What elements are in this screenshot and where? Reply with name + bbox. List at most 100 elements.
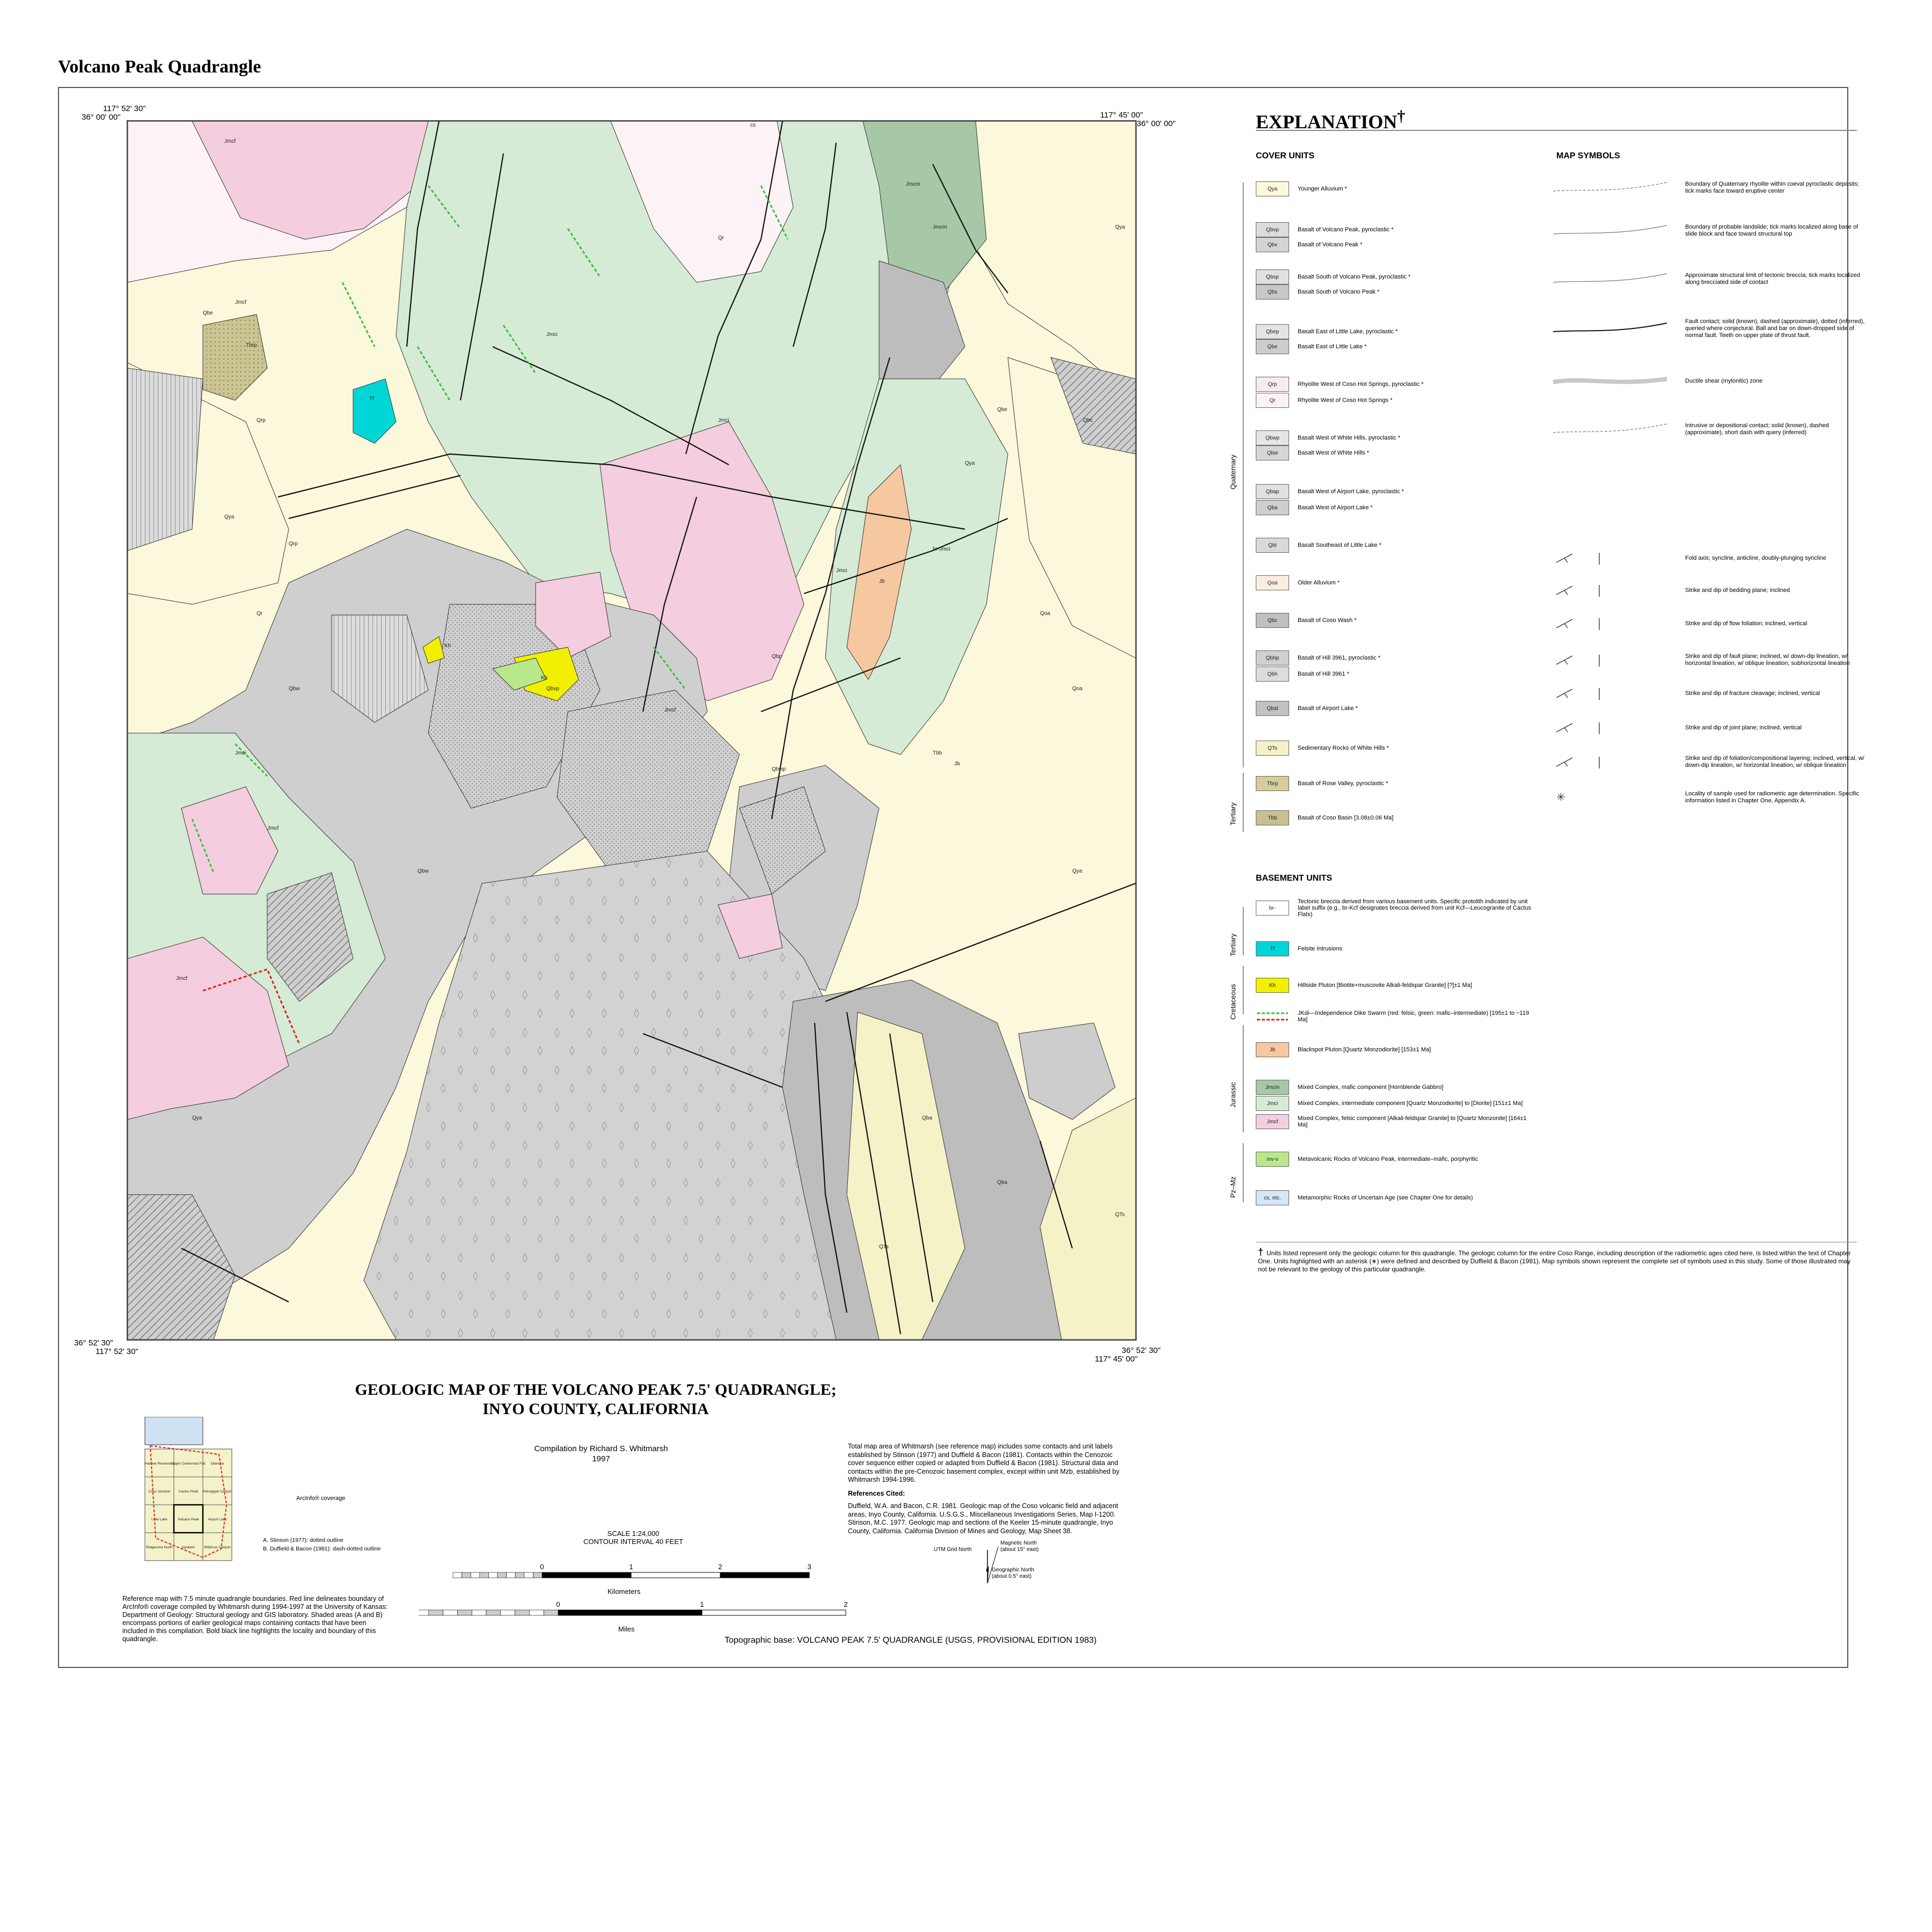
mi-sub-segment xyxy=(543,1609,559,1616)
map-label-18: Qbw xyxy=(418,868,429,874)
km-segment xyxy=(720,1572,810,1578)
foliation-icon xyxy=(1556,757,1600,769)
map-label-3: Jmcf xyxy=(267,825,279,831)
swatch-Qbl: Qbl xyxy=(1256,538,1289,553)
km-sub-segment xyxy=(524,1572,533,1578)
symbol-eruptive-boundary: Boundary of Quaternary rhyolite within c… xyxy=(1551,177,1868,199)
geologic-map-canvas: Jmcf Jmcf Jmcf Jmcf Jmcf Jmci Jmci Jmci Jmci Jmcm… xyxy=(128,121,1136,1340)
mi-sub-segment xyxy=(515,1609,530,1616)
eruptive-boundary-line xyxy=(1553,182,1667,192)
landslide-boundary-icon xyxy=(1553,225,1667,235)
basement-unit-label: Mixed Complex, felsic component [Alkali-… xyxy=(1298,1115,1527,1128)
sheet-title: Volcano Peak Quadrangle xyxy=(58,57,261,77)
cover-unit-Qbw: Qbw Basalt West of White Hills * xyxy=(1256,444,1369,462)
swatch-Jmcf: Jmcf xyxy=(1256,1114,1289,1129)
main-title: GEOLOGIC MAP OF THE VOLCANO PEAK 7.5' QU… xyxy=(301,1380,891,1419)
map-label-2: Jmcf xyxy=(176,976,187,982)
km-segment xyxy=(541,1572,632,1578)
ref-cell-label: Upper Centennial Flat xyxy=(171,1462,205,1466)
symbol-fault-plane: Strike and dip of fault plane; inclined,… xyxy=(1551,649,1868,671)
basement-unit-label: Metamorphic Rocks of Uncertain Age (see … xyxy=(1298,1195,1473,1201)
swatch-Qbv: Qbv xyxy=(1256,237,1289,252)
map-label-1: Jmcf xyxy=(235,299,246,305)
cover-unit-Qbc: Qbc Basalt of Coso Wash * xyxy=(1256,612,1357,629)
map-label-32: QTs xyxy=(879,1244,889,1250)
cover-unit-label: Basalt of Hill 3961 * xyxy=(1298,671,1349,677)
map-label-5: Jmci xyxy=(546,332,558,338)
joint-plane-dip xyxy=(1564,727,1568,733)
fault-plane-icon xyxy=(1556,655,1600,667)
basement-unit-mv-v: mv-v Metavolcanic Rocks of Volcano Peak, … xyxy=(1256,1151,1534,1168)
map-units xyxy=(128,121,1136,1340)
cover-unit-label: Basalt of Coso Basin [3.08±0.06 Ma] xyxy=(1298,815,1394,821)
flow-foliation-dip xyxy=(1564,623,1568,628)
map-label-37: Kh xyxy=(541,675,547,681)
basement-unit-label: JKdi—Independence Dike Swarm (red: felsi… xyxy=(1298,1010,1529,1023)
explanation-footnote: † Units listed represent only the geologi… xyxy=(1258,1247,1854,1274)
swatch-Qoa: Qoa xyxy=(1256,575,1289,590)
cover-unit-Tbb: Tbb Basalt of Coso Basin [3.08±0.06 Ma] xyxy=(1256,809,1393,826)
km-sub-segment xyxy=(533,1572,543,1578)
flow-foliation-icon xyxy=(1556,618,1600,630)
age-tertiary-cover: Tertiary xyxy=(1229,802,1237,825)
map-label-0: Jmcf xyxy=(224,138,236,144)
cover-unit-label: Basalt West of White Hills * xyxy=(1298,450,1370,456)
cover-unit-label: Rhyolite West of Coso Hot Springs * xyxy=(1298,397,1393,404)
map-label-20: Qbe xyxy=(203,310,213,316)
map-label-8: Jmci xyxy=(836,568,847,574)
mi-sub-segment xyxy=(529,1609,544,1616)
footnote-text: Units listed represent only the geologic… xyxy=(1258,1249,1851,1273)
km-tick: 1 xyxy=(629,1563,633,1571)
swatch-Kh: Kh xyxy=(1256,978,1289,993)
symbol-fold-axis: Fold axis; syncline, anticline, doubly-p… xyxy=(1551,547,1868,569)
swatch-Jmcm: Jmcm xyxy=(1256,1080,1289,1095)
mi-sub-segment xyxy=(443,1609,458,1616)
km-segment xyxy=(631,1572,721,1578)
map-label-30: Qr xyxy=(718,235,724,241)
cover-unit-label: Basalt West of Airport Lake, pyroclastic… xyxy=(1298,488,1404,495)
age-quaternary: Quaternary xyxy=(1229,454,1237,489)
km-tick: 3 xyxy=(807,1563,811,1571)
cover-unit-Qbhp: Qbhp Basalt of Hill 3961, pyroclastic * xyxy=(1256,649,1380,667)
swatch-Qya: Qya xyxy=(1256,181,1289,196)
map-label-9: Jmcm xyxy=(906,181,920,187)
map-label-21: Qbe xyxy=(997,407,1007,413)
mi-tick: 0 xyxy=(556,1600,560,1608)
sample-asterisk: ✳ xyxy=(1556,792,1565,803)
cover-unit-label: Basalt South of Volcano Peak, pyroclasti… xyxy=(1298,274,1411,280)
basement-unit-label: Mixed Complex, mafic component [Hornblen… xyxy=(1298,1084,1444,1091)
basement-unit-Kh: Kh Hillside Pluton [Biotite+muscovite Alk… xyxy=(1256,977,1534,994)
km-tick: 0 xyxy=(540,1563,544,1571)
km-sub-segment xyxy=(506,1572,516,1578)
swatch-br-: br- xyxy=(1256,901,1289,916)
reference-2: Stinson, M.C. 1977. Geologic map and sec… xyxy=(848,1519,1114,1535)
cover-unit-label: Basalt of Volcano Peak * xyxy=(1298,241,1363,248)
fold-axis-icon xyxy=(1556,553,1600,565)
mi-tick: 1 xyxy=(700,1600,704,1608)
swatch-Tbrp: Tbrp xyxy=(1256,776,1289,791)
geologic-map[interactable]: Jmcf Jmcf Jmcf Jmcf Jmcf Jmci Jmci Jmci Jmci Jmcm… xyxy=(127,120,1137,1341)
symbol-landslide-boundary: Boundary of probable landslide; tick mar… xyxy=(1551,220,1868,241)
cover-unit-Qrp: Qrp Rhyolite West of Coso Hot Springs, py… xyxy=(1256,376,1424,393)
mi-tick: 2 xyxy=(844,1600,847,1608)
map-symbol-label: Ductile shear (mylonitic) zone xyxy=(1685,377,1763,384)
swatch-Tf: Tf xyxy=(1256,941,1289,956)
basement-unit-dike-swarm: JKdi—Independence Dike Swarm (red: felsi… xyxy=(1256,1008,1534,1025)
swatch-Qbep: Qbep xyxy=(1256,324,1289,339)
basement-unit-label: Blackspot Pluton [Quartz Monzodiorite] [… xyxy=(1298,1046,1431,1053)
main-title-line-1: GEOLOGIC MAP OF THE VOLCANO PEAK 7.5' QU… xyxy=(355,1381,837,1399)
ref-cell-label: Cactus Peak xyxy=(179,1490,199,1494)
ref-cell-label: Airport Lake xyxy=(208,1518,226,1521)
reference-legend-b: B. Duffield & Bacon (1981): dash-dotted … xyxy=(263,1546,381,1552)
swatch-Jmci: Jmci xyxy=(1256,1096,1289,1111)
compilation-credit: Compilation by Richard S. Whitmarsh 1997 xyxy=(494,1444,708,1464)
map-label-25: Qbvp xyxy=(546,686,559,692)
ref-cell-label: Coso Junction xyxy=(148,1490,171,1494)
ductile-shear-icon xyxy=(1553,377,1667,384)
mi-segment xyxy=(701,1609,846,1616)
basement-unit-Jb: Jb Blackspot Pluton [Quartz Monzodiorite]… xyxy=(1256,1041,1534,1058)
map-label-16: Qoa xyxy=(1040,611,1050,617)
map-label-26: Qbwp xyxy=(772,766,786,772)
ref-cell-label: Volcano Peak xyxy=(178,1518,200,1521)
swatch-Qbwp: Qbwp xyxy=(1256,430,1289,445)
